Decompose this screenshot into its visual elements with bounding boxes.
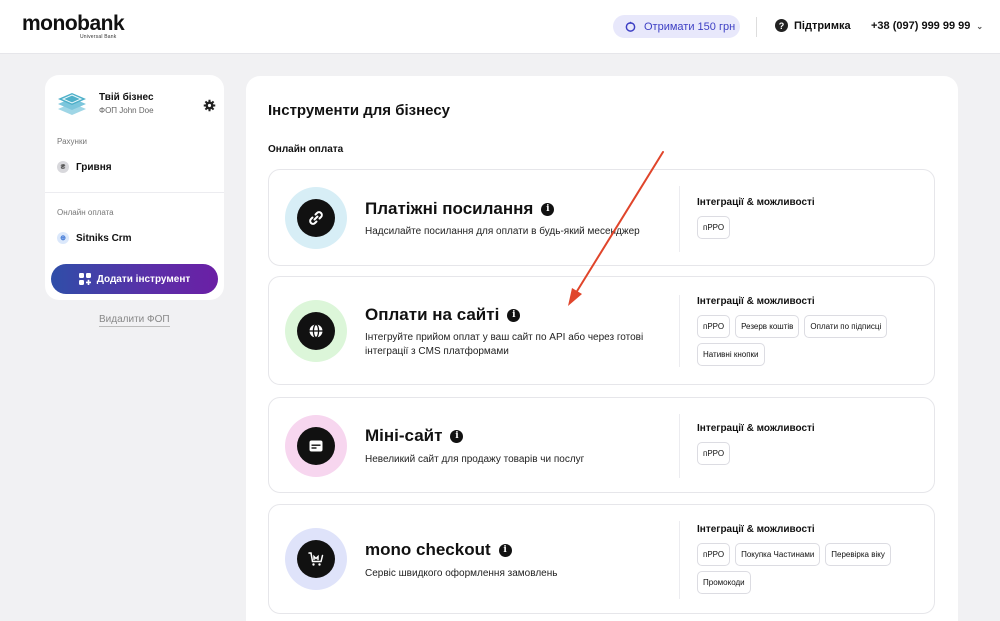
tool-card-mini-site[interactable]: Міні-сайт i Невеликий сайт для продажу т…: [268, 397, 935, 493]
tool-card-mono-checkout[interactable]: mono checkout i Сервіс швидкого оформлен…: [268, 504, 935, 614]
support-icon: ?: [775, 19, 788, 32]
section-title: Онлайн оплата: [268, 144, 344, 155]
info-icon[interactable]: i: [541, 202, 555, 216]
card-divider: [679, 295, 680, 367]
tool-title-text: Платіжні посилання: [365, 199, 534, 218]
hryvnia-icon: ₴: [57, 161, 69, 173]
feature-chip: Оплати по підписці: [804, 315, 888, 338]
business-profile[interactable]: Твій бізнес ФОП John Doe: [57, 89, 217, 121]
tool-title-text: Міні-сайт: [365, 426, 443, 445]
page-title: Інструменти для бізнесу: [268, 102, 451, 119]
card-divider: [679, 186, 680, 252]
gear-icon[interactable]: [203, 99, 216, 112]
business-logo-icon: [58, 93, 86, 115]
phone-dropdown[interactable]: +38 (097) 999 99 99 ⌄: [871, 20, 983, 32]
integrations-block: Інтеграції & можливості пРРО: [697, 423, 927, 465]
tool-icon-bg: [285, 528, 347, 590]
integrations-block: Інтеграції & можливості пРРО Покупка Час…: [697, 524, 927, 594]
sidebar-item-label: Sitniks Crm: [76, 232, 132, 244]
top-bar: monobank Universal Bank Отримати 150 грн…: [0, 0, 1000, 54]
feature-chip: пРРО: [697, 315, 731, 338]
grid-plus-icon: [78, 273, 91, 285]
info-icon[interactable]: i: [498, 543, 512, 557]
sidebar-item-sitniks[interactable]: ⊕ Sitniks Crm: [57, 232, 132, 244]
card-divider: [679, 414, 680, 478]
info-icon[interactable]: i: [450, 429, 464, 443]
tool-icon-bg: [285, 300, 347, 362]
add-tool-label: Додати інструмент: [96, 273, 191, 285]
feature-chip: Перевірка віку: [825, 543, 891, 566]
phone-number: +38 (097) 999 99 99: [871, 20, 971, 32]
tool-icon-bg: [285, 187, 347, 249]
add-tool-button[interactable]: Додати інструмент: [51, 264, 218, 294]
tool-icon-bg: [285, 415, 347, 477]
feature-chip: пРРО: [697, 442, 731, 465]
business-name: Твій бізнес: [99, 92, 154, 103]
card-divider: [679, 521, 680, 599]
business-owner: ФОП John Doe: [99, 106, 154, 115]
tool-title: Міні-сайт i: [365, 426, 464, 446]
browser-window-icon: [309, 440, 323, 452]
sidebar: Твій бізнес ФОП John Doe Рахунки ₴ Гривн…: [45, 75, 224, 300]
globe-icon: ⊕: [57, 232, 69, 244]
sidebar-item-uah[interactable]: ₴ Гривня: [57, 161, 112, 173]
support-label: Підтримка: [794, 19, 851, 32]
globe-icon: [309, 323, 323, 339]
integrations-label: Інтеграції & можливості: [697, 524, 815, 535]
monobank-logo[interactable]: monobank Universal Bank: [22, 12, 125, 40]
link-icon: [309, 211, 323, 225]
tool-title-text: Оплати на сайті: [365, 305, 500, 324]
tool-description: Невеликий сайт для продажу товарів чи по…: [365, 454, 585, 465]
info-icon[interactable]: i: [507, 308, 521, 322]
integrations-block: Інтеграції & можливості пРРО Резерв кошт…: [697, 296, 927, 366]
tool-description: Інтегруйте прийом оплат у ваш сайт по AP…: [365, 332, 644, 357]
feature-chip: Промокоди: [697, 571, 751, 594]
feature-chip: пРРО: [697, 543, 731, 566]
integrations-label: Інтеграції & можливості: [697, 423, 815, 434]
feature-chip: пРРО: [697, 216, 731, 239]
feature-chip: Резерв коштів: [735, 315, 800, 338]
tool-description: Надсилайте посилання для оплати в будь-я…: [365, 226, 640, 237]
tool-title: mono checkout i: [365, 540, 512, 560]
logo-subtitle: Universal Bank: [80, 34, 117, 40]
tool-description: Сервіс швидкого оформлення замовлень: [365, 568, 558, 579]
integrations-label: Інтеграції & можливості: [697, 197, 815, 208]
gift-icon: [625, 21, 636, 32]
online-section-label: Онлайн оплата: [57, 208, 114, 217]
tool-title: Оплати на сайті i: [365, 305, 521, 325]
bonus-label: Отримати 150 грн: [644, 20, 736, 33]
tool-card-site-payments[interactable]: Оплати на сайті i Інтегруйте прийом опла…: [268, 276, 935, 385]
tool-title: Платіжні посилання i: [365, 199, 555, 219]
get-bonus-button[interactable]: Отримати 150 грн: [613, 15, 740, 38]
delete-fop-link[interactable]: Видалити ФОП: [99, 314, 170, 327]
sidebar-divider: [45, 192, 224, 193]
feature-chip: Покупка Частинами: [735, 543, 821, 566]
tool-card-payment-links[interactable]: Платіжні посилання i Надсилайте посиланн…: [268, 169, 935, 266]
accounts-section-label: Рахунки: [57, 137, 87, 146]
main-panel: Інструменти для бізнесу Онлайн оплата Пл…: [246, 76, 958, 621]
integrations-block: Інтеграції & можливості пРРО: [697, 197, 927, 239]
feature-chip: Нативні кнопки: [697, 343, 765, 366]
integrations-label: Інтеграції & можливості: [697, 296, 815, 307]
chevron-down-icon: ⌄: [976, 21, 984, 31]
support-link[interactable]: ? Підтримка: [775, 19, 851, 32]
cart-icon: [308, 552, 324, 566]
sidebar-item-label: Гривня: [76, 161, 112, 173]
logo-text: monobank: [22, 12, 125, 35]
tool-title-text: mono checkout: [365, 540, 491, 559]
header-divider: [756, 17, 757, 37]
